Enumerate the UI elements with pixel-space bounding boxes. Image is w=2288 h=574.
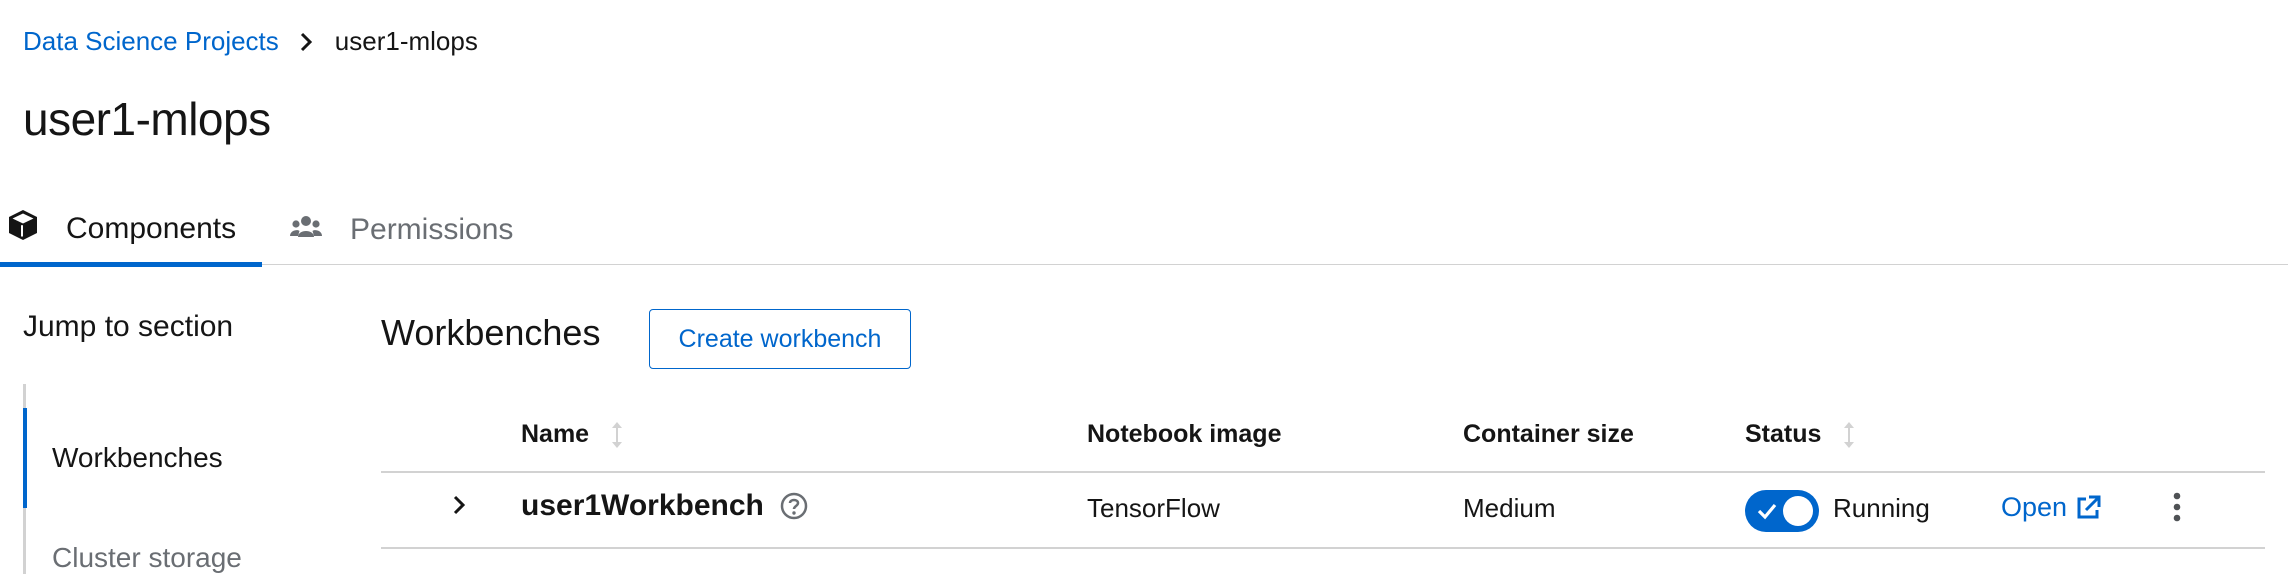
breadcrumb-link-projects[interactable]: Data Science Projects [23, 26, 279, 57]
sort-icon[interactable] [611, 421, 623, 449]
sort-icon[interactable] [1843, 421, 1855, 449]
cube-icon [8, 209, 38, 249]
toggle-knob [1783, 496, 1813, 526]
column-header-status-label: Status [1745, 420, 1822, 448]
workbench-name-text: user1Workbench [521, 489, 764, 522]
column-header-name-label: Name [521, 420, 590, 448]
workbenches-section-title: Workbenches [381, 312, 601, 353]
column-header-status[interactable]: Status [1745, 420, 1855, 449]
chevron-right-icon [299, 32, 313, 52]
page-title: user1-mlops [23, 93, 271, 145]
jump-nav-active-indicator [23, 408, 27, 508]
breadcrumb-current: user1-mlops [334, 26, 478, 56]
workbench-name: user1Workbench [521, 489, 808, 523]
tab-components-label: Components [66, 212, 237, 245]
create-workbench-button[interactable]: Create workbench [649, 309, 911, 369]
table-divider [381, 471, 2265, 473]
external-link-icon [2075, 495, 2101, 521]
tab-bar: Components Permissions [0, 196, 2288, 267]
column-header-notebook-image: Notebook image [1087, 420, 1282, 448]
help-icon[interactable] [780, 492, 808, 520]
kebab-menu-icon[interactable] [2172, 492, 2182, 527]
container-size-cell: Medium [1463, 493, 1556, 523]
open-workbench-link[interactable]: Open [2001, 492, 2101, 523]
jump-item-workbenches[interactable]: Workbenches [52, 442, 223, 474]
tab-permissions[interactable]: Permissions [290, 196, 513, 264]
tab-permissions-label: Permissions [350, 213, 514, 246]
column-header-name[interactable]: Name [521, 420, 623, 449]
table-divider [381, 547, 2265, 549]
tab-components[interactable]: Components [0, 196, 262, 267]
breadcrumb: Data Science Projects user1-mlops [23, 26, 478, 57]
column-header-container-size: Container size [1463, 420, 1634, 448]
notebook-image-cell: TensorFlow [1087, 493, 1220, 523]
status-text: Running [1833, 493, 1930, 523]
open-link-label: Open [2001, 492, 2068, 522]
jump-item-cluster-storage[interactable]: Cluster storage [52, 542, 242, 574]
jump-to-section-title: Jump to section [23, 310, 234, 343]
users-icon [290, 213, 322, 247]
check-icon [1757, 501, 1777, 526]
workbench-status-toggle[interactable] [1745, 490, 1819, 532]
expand-row-chevron-icon[interactable] [452, 494, 466, 521]
